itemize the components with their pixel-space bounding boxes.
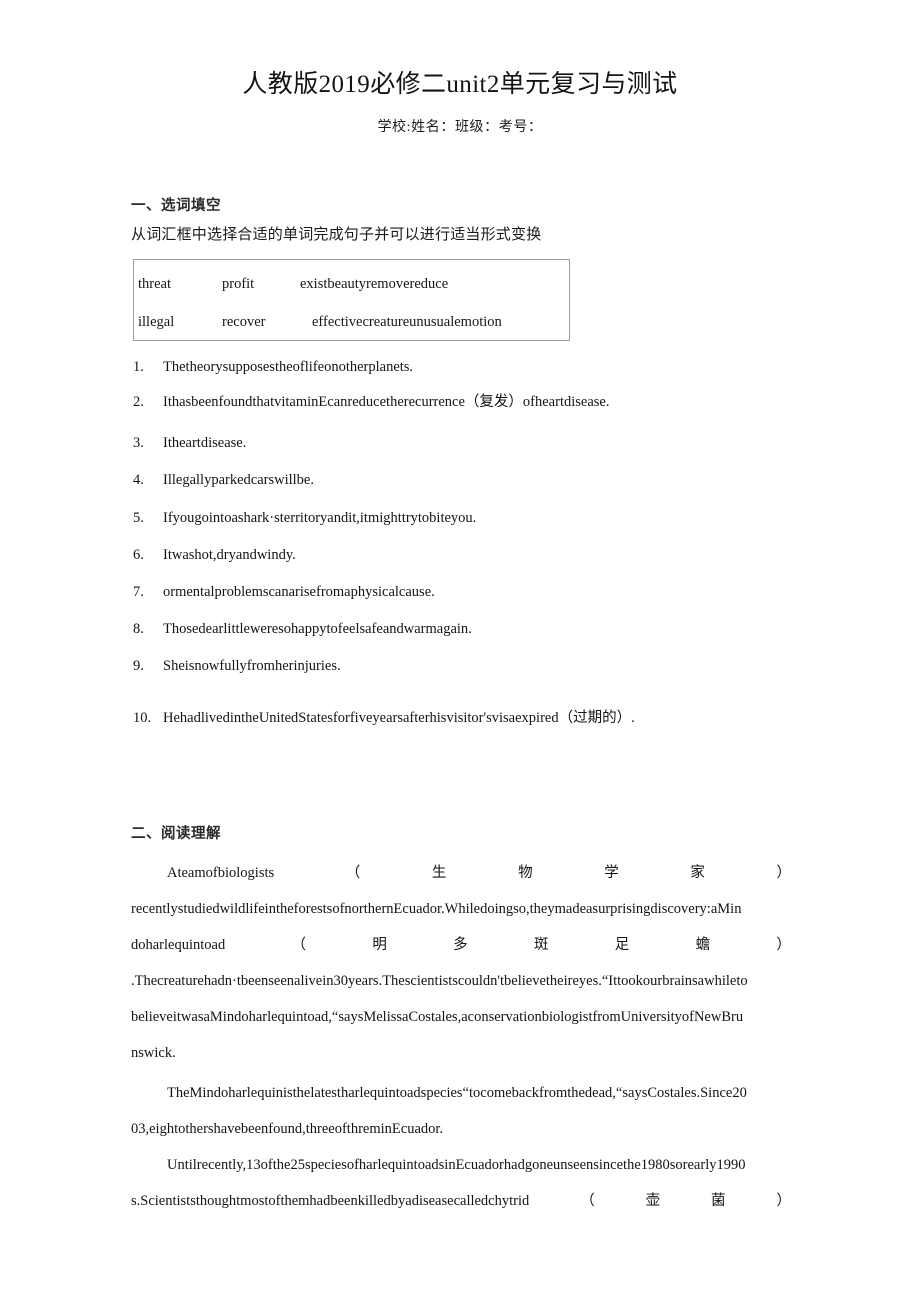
- passage-line: doharlequintoad （ 明 多 斑 足 蟾 ）: [131, 927, 791, 963]
- section-heading-word-fill: 一、选词填空: [131, 198, 221, 214]
- annotation-char: 明: [372, 937, 387, 953]
- exercise-text: Itheartdisease.: [163, 435, 247, 451]
- exercise-item: 6. Itwashot,dryandwindy.: [133, 545, 833, 566]
- exercise-text: IthasbeenfoundthatvitaminEcanreducethere…: [163, 394, 610, 410]
- document-page: 人教版2019必修二unit2单元复习与测试 学校:姓名：班级：考号： 一、选词…: [0, 0, 920, 1301]
- exercise-number: 6.: [133, 547, 144, 563]
- reading-passage-paragraph-3: Untilrecently,13ofthe25speciesofharlequi…: [131, 1147, 791, 1219]
- annotation-char: 壶: [645, 1193, 661, 1209]
- exercise-number: 7.: [133, 584, 144, 600]
- paren-open: （: [345, 865, 361, 881]
- word-bank-box: threat profit existbeautyremovereduce ille…: [133, 259, 570, 341]
- paren-close: ）: [776, 937, 791, 953]
- exercise-number: 1.: [133, 359, 144, 375]
- passage-line: s.Scientiststhoughtmostofthemhadbeenkill…: [131, 1183, 791, 1219]
- word-bank-word: recover: [222, 314, 266, 330]
- exercise-number: 10.: [133, 710, 152, 726]
- passage-line: believeitwasaMindoharlequintoad,“saysMel…: [131, 1009, 744, 1025]
- word-bank-row: illegal recover effectivecreatureunusualem…: [134, 312, 571, 332]
- exercise-number: 2.: [133, 394, 144, 410]
- passage-line: .Thecreaturehadn·tbeenseenalivein30years…: [131, 973, 748, 989]
- reading-passage-paragraph-1: Ateamofbiologists （ 生 物 学 家 ） recentlystudiedw…: [131, 855, 791, 1071]
- exercise-text: Itwashot,dryandwindy.: [163, 547, 296, 563]
- exercise-item: 5. Ifyougointoashark·sterritoryandit,itmi…: [133, 508, 833, 529]
- exercise-item: 10. HehadlivedintheUnitedStatesforfiveyea…: [133, 708, 833, 729]
- exercise-text: ormentalproblemscanarisefromaphysicalcau…: [163, 584, 435, 600]
- word-bank-word-group: effectivecreatureunusualemotion: [312, 314, 502, 330]
- annotation-char: 生: [431, 865, 447, 881]
- exercise-number: 4.: [133, 472, 144, 488]
- exercise-item: 2. IthasbeenfoundthatvitaminEcanreducethe…: [133, 392, 833, 413]
- annotation-char: 学: [604, 865, 619, 881]
- paren-open: （: [291, 937, 307, 953]
- paren-close: ）: [776, 1193, 791, 1209]
- exercise-text: Sheisnowfullyfromherinjuries.: [163, 658, 341, 674]
- exercise-text: Illegallyparkedcarswillbe.: [163, 472, 314, 488]
- exercise-item: 4. Illegallyparkedcarswillbe.: [133, 470, 833, 491]
- annotation-char: 多: [453, 937, 468, 953]
- exercise-text: Thosedearlittleweresohappytofeelsafeandw…: [163, 621, 472, 637]
- page-title: 人教版2019必修二unit2单元复习与测试: [242, 71, 678, 98]
- passage-line: TheMindoharlequinisthelatestharlequintoa…: [167, 1085, 747, 1101]
- annotation-char: 斑: [533, 937, 549, 953]
- passage-line: Ateamofbiologists （ 生 物 学 家 ）: [131, 855, 791, 891]
- word-bank-word-group: existbeautyremovereduce: [300, 276, 449, 292]
- passage-line: nswick.: [131, 1045, 176, 1061]
- word-bank-word: profit: [222, 276, 255, 292]
- passage-text: Ateamofbiologists: [167, 865, 275, 881]
- word-bank-word: illegal: [138, 314, 175, 330]
- annotation-char: 家: [690, 865, 705, 881]
- passage-text: s.Scientiststhoughtmostofthemhadbeenkill…: [131, 1193, 530, 1209]
- exercise-number: 5.: [133, 510, 144, 526]
- annotation-char: 菌: [711, 1193, 726, 1209]
- paren-open: （: [580, 1193, 595, 1209]
- annotation-char: 足: [614, 937, 630, 953]
- exercise-text: HehadlivedintheUnitedStatesforfiveyearsa…: [163, 710, 635, 726]
- section-heading-reading: 二、阅读理解: [131, 826, 221, 842]
- annotation-char: 蟾: [695, 937, 711, 953]
- exercise-item: 9. Sheisnowfullyfromherinjuries.: [133, 656, 833, 677]
- passage-line: 03,eightothershavebeenfound,threeofthrem…: [131, 1121, 444, 1137]
- exercise-item: 7. ormentalproblemscanarisefromaphysicalc…: [133, 582, 833, 603]
- exercise-number: 3.: [133, 435, 144, 451]
- exercise-item: 8. Thosedearlittleweresohappytofeelsafean…: [133, 619, 833, 640]
- paren-close: ）: [776, 865, 791, 881]
- student-info-line: 学校:姓名：班级：考号：: [377, 120, 543, 135]
- exercise-number: 8.: [133, 621, 144, 637]
- exercise-text: Ifyougointoashark·sterritoryandit,itmigh…: [163, 510, 477, 526]
- passage-text: doharlequintoad: [131, 937, 226, 953]
- exercise-item: 1. Thetheorysupposestheoflifeonotherplane…: [133, 357, 833, 378]
- word-bank-row: threat profit existbeautyremovereduce: [134, 274, 571, 294]
- section-instruction-word-fill: 从词汇框中选择合适的单词完成句子并可以进行适当形式变换: [131, 227, 542, 243]
- passage-line: Untilrecently,13ofthe25speciesofharlequi…: [167, 1157, 746, 1173]
- word-bank-word: threat: [138, 276, 172, 292]
- passage-line: recentlystudiedwildlifeintheforestsofnor…: [131, 901, 742, 917]
- annotation-char: 物: [518, 865, 533, 881]
- reading-passage-paragraph-2: TheMindoharlequinisthelatestharlequintoa…: [131, 1075, 791, 1147]
- exercise-item: 3. Itheartdisease.: [133, 433, 833, 454]
- exercise-text: Thetheorysupposestheoflifeonotherplanets…: [163, 359, 414, 375]
- exercise-number: 9.: [133, 658, 144, 674]
